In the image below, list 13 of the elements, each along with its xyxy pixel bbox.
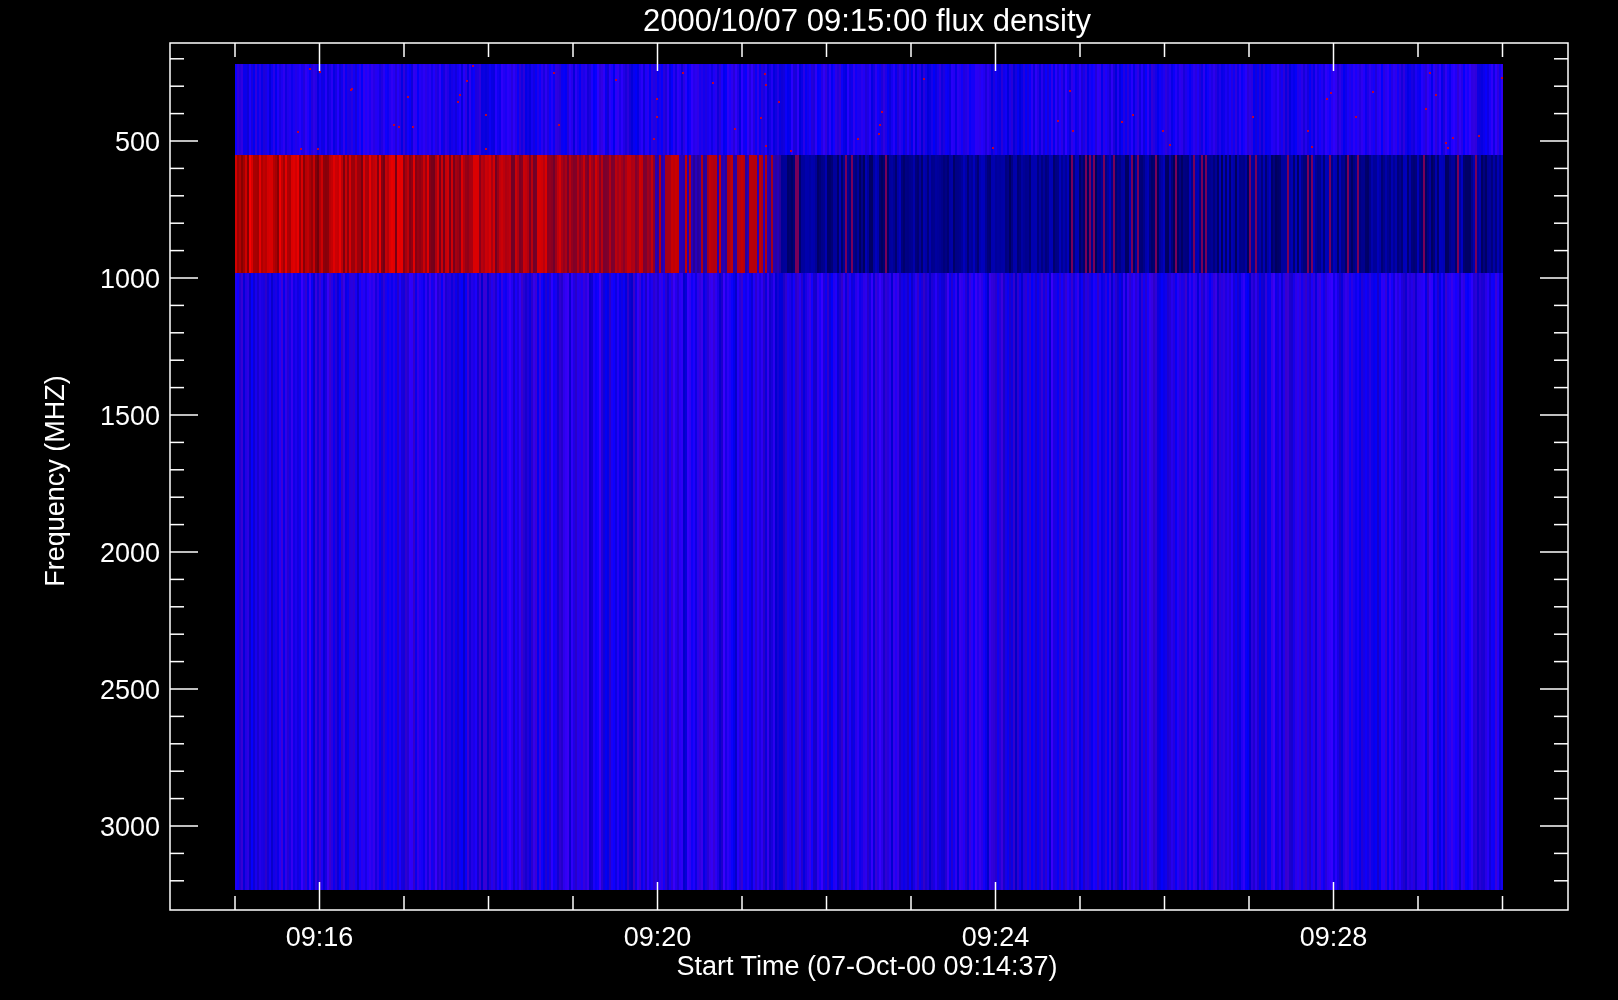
tick-label: 1500 — [99, 401, 160, 431]
tick-label: 09:28 — [1299, 922, 1368, 952]
tick-label: 09:24 — [961, 922, 1030, 952]
tick-label: 3000 — [99, 812, 160, 842]
plot-title: 2000/10/07 09:15:00 flux density — [642, 3, 1092, 38]
tick-label: 2000 — [99, 538, 160, 568]
tick-label: 2500 — [99, 675, 160, 705]
tick-label: 1000 — [99, 264, 160, 294]
tick-label: 09:20 — [623, 922, 692, 952]
axis-label: Start Time (07-Oct-00 09:14:37) — [676, 951, 1058, 981]
tick-label: 500 — [114, 127, 160, 157]
tick-label: 09:16 — [285, 922, 354, 952]
axis-label: Frequency (MHZ) — [40, 375, 70, 587]
